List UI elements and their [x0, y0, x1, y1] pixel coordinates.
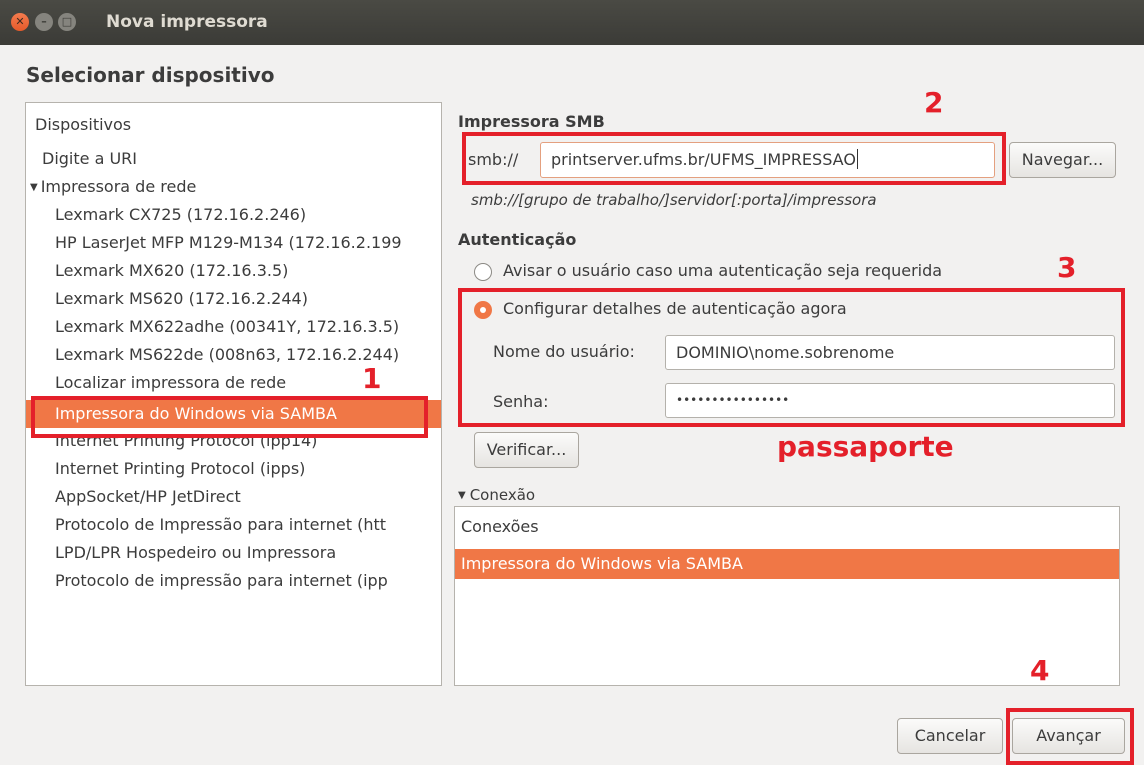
list-item-network-printers[interactable]: ▼ Impressora de rede: [30, 177, 196, 196]
annotation-box-2: [462, 132, 1006, 185]
connection-list-header: Conexões: [461, 517, 539, 536]
list-item[interactable]: Protocolo de Impressão para internet (ht…: [55, 515, 386, 534]
close-icon[interactable]: ✕: [11, 13, 29, 31]
smb-section-label: Impressora SMB: [458, 112, 605, 131]
list-item[interactable]: LPD/LPR Hospedeiro ou Impressora: [55, 543, 336, 562]
list-item[interactable]: Lexmark MS620 (172.16.2.244): [55, 289, 308, 308]
annotation-box-3: [458, 288, 1125, 427]
annotation-step-1: 1: [362, 362, 382, 395]
list-item[interactable]: Lexmark MS622de (008n63, 172.16.2.244): [55, 345, 399, 364]
maximize-icon[interactable]: □: [58, 13, 76, 31]
expander-down-icon[interactable]: ▼: [30, 182, 38, 193]
minimize-icon[interactable]: –: [35, 13, 53, 31]
auth-section-label: Autenticação: [458, 230, 577, 249]
list-item-label: Impressora de rede: [40, 177, 197, 196]
list-item[interactable]: Digite a URI: [42, 149, 137, 168]
list-item[interactable]: Internet Printing Protocol (ipps): [55, 459, 305, 478]
connection-section-label: Conexão: [469, 486, 536, 504]
list-item[interactable]: AppSocket/HP JetDirect: [55, 487, 241, 506]
verify-button[interactable]: Verificar...: [474, 432, 579, 468]
annotation-step-4: 4: [1030, 654, 1050, 687]
device-list-header: Dispositivos: [35, 115, 132, 134]
list-item[interactable]: HP LaserJet MFP M129-M134 (172.16.2.199: [55, 233, 402, 252]
page-heading: Selecionar dispositivo: [26, 63, 275, 87]
radio-prompt-auth-label[interactable]: Avisar o usuário caso uma autenticação s…: [503, 261, 942, 280]
smb-uri-hint: smb://[grupo de trabalho/]servidor[:port…: [471, 191, 877, 209]
title-bar: ✕ – □ Nova impressora: [0, 0, 1144, 45]
annotation-step-2: 2: [924, 86, 944, 119]
cancel-button[interactable]: Cancelar: [897, 718, 1003, 754]
window-title: Nova impressora: [106, 12, 268, 32]
expander-down-icon: ▼: [458, 490, 466, 501]
list-item[interactable]: Lexmark CX725 (172.16.2.246): [55, 205, 306, 224]
connection-item-selected[interactable]: Impressora do Windows via SAMBA: [455, 549, 1119, 579]
annotation-box-4: [1006, 708, 1134, 765]
list-item[interactable]: Lexmark MX620 (172.16.3.5): [55, 261, 288, 280]
browse-button[interactable]: Navegar...: [1009, 142, 1116, 178]
list-item[interactable]: Localizar impressora de rede: [55, 373, 286, 392]
list-item[interactable]: Protocolo de impressão para internet (ip…: [55, 571, 388, 590]
annotation-note: passaporte: [777, 430, 954, 463]
connection-list[interactable]: Conexões Impressora do Windows via SAMBA: [454, 506, 1120, 686]
list-item[interactable]: Lexmark MX622adhe (00341Y, 172.16.3.5): [55, 317, 399, 336]
radio-prompt-auth[interactable]: [474, 263, 492, 281]
annotation-step-3: 3: [1057, 251, 1077, 284]
connection-section-toggle[interactable]: ▼ Conexão: [458, 486, 535, 504]
annotation-box-1: [31, 396, 428, 438]
